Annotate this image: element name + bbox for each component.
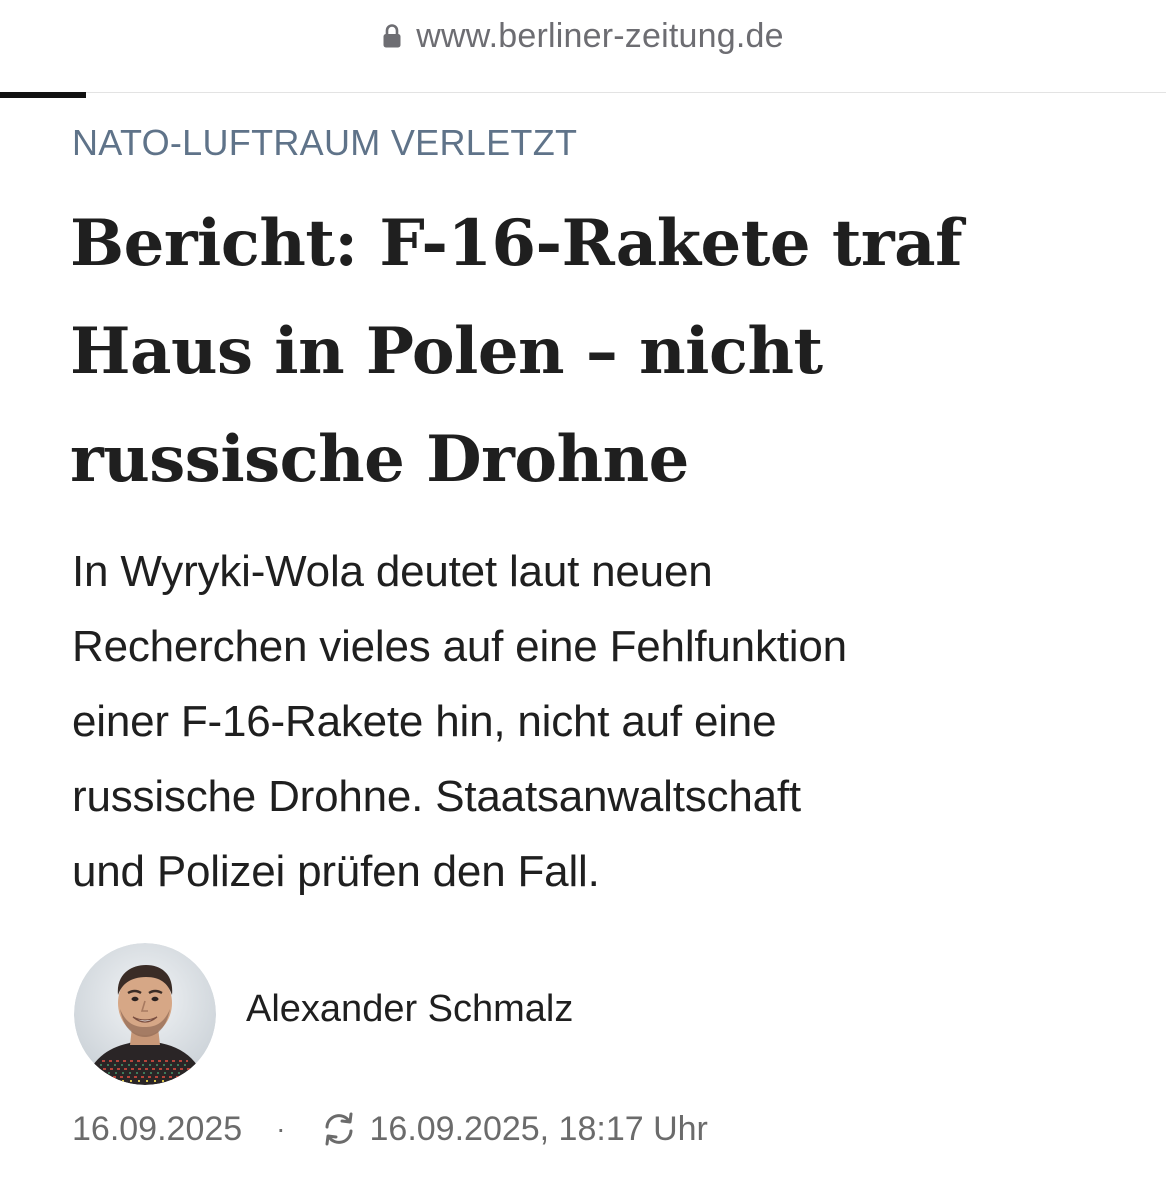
article-header: NATO-LUFTRAUM VERLETZT Bericht: F-16-Rak… (70, 118, 1082, 909)
lead-line: russische Drohne. Staatsanwaltschaft (72, 772, 801, 821)
article-meta: 16.09.2025 · 16.09.2025, 18:17 Uhr (72, 1106, 708, 1152)
url-display[interactable]: www.berliner-zeitung.de (0, 14, 1166, 58)
author-byline[interactable]: Alexander Schmalz (74, 943, 573, 1085)
article-kicker: NATO-LUFTRAUM VERLETZT (72, 122, 578, 163)
article-lead: In Wyryki-Wola deutet laut neuen Recherc… (72, 534, 1082, 909)
refresh-icon (325, 1112, 352, 1146)
lead-line: Recherchen vieles auf eine Fehlfunktion (72, 622, 847, 671)
meta-separator: · (276, 1113, 286, 1144)
article-headline: Bericht: F-16-Rakete traf Haus in Polen … (70, 190, 1082, 514)
author-name[interactable]: Alexander Schmalz (246, 988, 573, 1031)
lock-icon (383, 24, 401, 48)
lead-line: und Polizei prüfen den Fall. (72, 847, 600, 896)
headline-line: Bericht: F-16-Rakete traf (70, 206, 963, 281)
url-text: www.berliner-zeitung.de (416, 16, 784, 55)
page-load-progress (0, 92, 86, 98)
headline-line: Haus in Polen – nicht (70, 314, 823, 389)
published-date: 16.09.2025 (72, 1109, 243, 1148)
updated-date: 16.09.2025, 18:17 Uhr (369, 1109, 708, 1148)
headline-line: russische Drohne (70, 422, 689, 497)
lead-line: einer F-16-Rakete hin, nicht auf eine (72, 697, 777, 746)
lead-line: In Wyryki-Wola deutet laut neuen (72, 547, 713, 596)
browser-address-bar[interactable]: www.berliner-zeitung.de (0, 0, 1166, 93)
author-avatar[interactable] (74, 943, 216, 1085)
